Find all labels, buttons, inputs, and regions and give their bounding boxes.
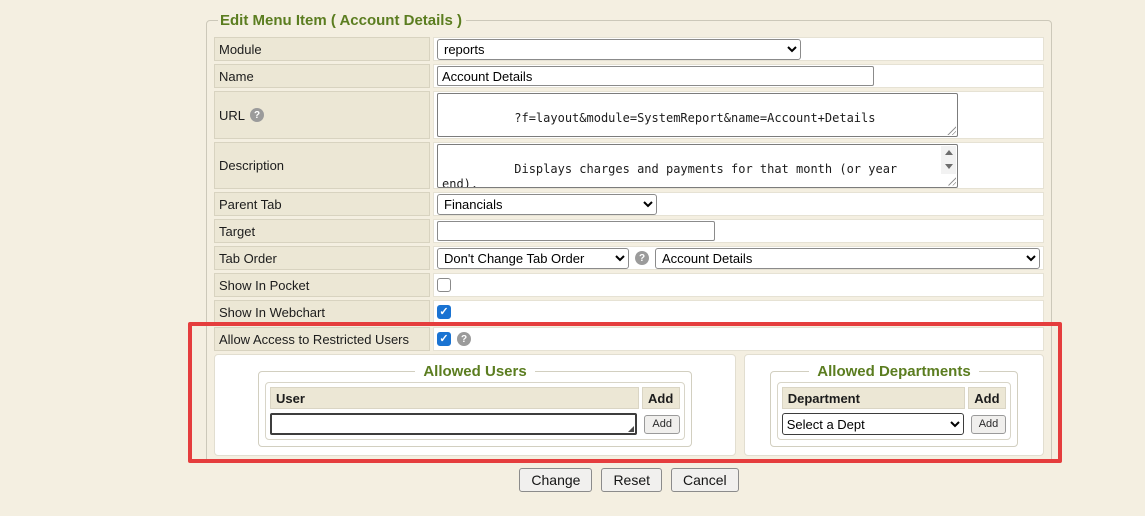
name-label: Name	[214, 64, 430, 88]
module-row: Module reports	[214, 37, 1044, 61]
allowed-users-controls: Add	[270, 413, 680, 435]
name-cell	[433, 64, 1044, 88]
show-in-pocket-cell	[433, 273, 1044, 297]
allowed-users-title: Allowed Users	[415, 363, 534, 380]
url-help-icon[interactable]: ?	[250, 108, 264, 122]
form-actions: Change Reset Cancel	[206, 468, 1052, 492]
allowed-users-header: User Add	[270, 387, 680, 409]
target-row: Target	[214, 219, 1044, 243]
allowed-users-fieldset: Allowed Users User Add Add	[258, 363, 692, 447]
department-column-header: Department	[782, 387, 966, 409]
resize-grabber-icon[interactable]	[946, 176, 956, 186]
allowed-users-panel: Allowed Users User Add Add	[214, 354, 736, 456]
allowed-departments-panel: Allowed Departments Department Add Selec…	[744, 354, 1044, 456]
allow-restricted-checkbox[interactable]	[437, 332, 451, 346]
description-textarea[interactable]: Displays charges and payments for that m…	[437, 144, 958, 188]
parent-tab-row: Parent Tab Financials	[214, 192, 1044, 216]
allow-restricted-cell: ?	[433, 327, 1044, 351]
form-title: Edit Menu Item ( Account Details )	[218, 12, 466, 29]
description-row: Description Displays charges and payment…	[214, 142, 1044, 189]
parent-tab-cell: Financials	[433, 192, 1044, 216]
allow-restricted-help-icon[interactable]: ?	[457, 332, 471, 346]
allow-restricted-label: Allow Access to Restricted Users	[214, 327, 430, 351]
allowed-departments-table: Department Add Select a Dept Add	[777, 382, 1012, 440]
add-column-header: Add	[642, 387, 680, 409]
module-label: Module	[214, 37, 430, 61]
tab-order-label: Tab Order	[214, 246, 430, 270]
tab-order-select[interactable]: Don't Change Tab Order	[437, 248, 629, 269]
show-in-webchart-checkbox[interactable]	[437, 305, 451, 319]
show-in-pocket-row: Show In Pocket	[214, 273, 1044, 297]
description-cell: Displays charges and payments for that m…	[433, 142, 1044, 189]
module-cell: reports	[433, 37, 1044, 61]
url-cell: ?f=layout&module=SystemReport&name=Accou…	[433, 91, 1044, 139]
tab-order-cell: Don't Change Tab Order ? Account Details	[433, 246, 1044, 270]
parent-tab-label: Parent Tab	[214, 192, 430, 216]
allowed-departments-title: Allowed Departments	[809, 363, 978, 380]
page: Edit Menu Item ( Account Details ) Modul…	[0, 0, 1145, 516]
resize-grabber-icon[interactable]	[946, 125, 956, 135]
description-label: Description	[214, 142, 430, 189]
allowed-section: Allowed Users User Add Add	[214, 354, 1044, 456]
edit-menu-item-form: Edit Menu Item ( Account Details ) Modul…	[206, 12, 1052, 463]
add-column-header: Add	[968, 387, 1006, 409]
show-in-webchart-label: Show In Webchart	[214, 300, 430, 324]
show-in-pocket-checkbox[interactable]	[437, 278, 451, 292]
tab-order-row: Tab Order Don't Change Tab Order ? Accou…	[214, 246, 1044, 270]
add-department-button[interactable]: Add	[971, 415, 1007, 434]
target-label: Target	[214, 219, 430, 243]
allowed-departments-header: Department Add	[782, 387, 1007, 409]
add-user-button[interactable]: Add	[644, 415, 680, 434]
show-in-webchart-cell	[433, 300, 1044, 324]
reset-button[interactable]: Reset	[601, 468, 662, 492]
parent-tab-select[interactable]: Financials	[437, 194, 657, 215]
url-label: URL	[219, 108, 245, 123]
description-text: Displays charges and payments for that m…	[442, 162, 904, 188]
user-input[interactable]	[270, 413, 637, 435]
allow-restricted-row: Allow Access to Restricted Users ?	[214, 327, 1044, 351]
url-label-cell: URL ?	[214, 91, 430, 139]
target-cell	[433, 219, 1044, 243]
cancel-button[interactable]: Cancel	[671, 468, 739, 492]
target-input[interactable]	[437, 221, 715, 241]
url-text: ?f=layout&module=SystemReport&name=Accou…	[514, 111, 875, 125]
allowed-users-table: User Add Add	[265, 382, 685, 440]
input-corner-icon	[628, 426, 634, 432]
department-select[interactable]: Select a Dept	[782, 413, 964, 435]
scroll-up-icon[interactable]	[941, 146, 956, 160]
name-input[interactable]	[437, 66, 874, 86]
show-in-webchart-row: Show In Webchart	[214, 300, 1044, 324]
url-row: URL ? ?f=layout&module=SystemReport&name…	[214, 91, 1044, 139]
tab-order-item-select[interactable]: Account Details	[655, 248, 1040, 269]
name-row: Name	[214, 64, 1044, 88]
allowed-departments-controls: Select a Dept Add	[782, 413, 1007, 435]
show-in-pocket-label: Show In Pocket	[214, 273, 430, 297]
user-column-header: User	[270, 387, 639, 409]
module-select[interactable]: reports	[437, 39, 801, 60]
scroll-down-icon[interactable]	[941, 160, 956, 174]
user-input-wrap	[270, 413, 637, 435]
textarea-scrollbar[interactable]	[941, 146, 956, 174]
allowed-departments-fieldset: Allowed Departments Department Add Selec…	[770, 363, 1019, 447]
url-textarea[interactable]: ?f=layout&module=SystemReport&name=Accou…	[437, 93, 958, 137]
change-button[interactable]: Change	[519, 468, 592, 492]
tab-order-help-icon[interactable]: ?	[635, 251, 649, 265]
